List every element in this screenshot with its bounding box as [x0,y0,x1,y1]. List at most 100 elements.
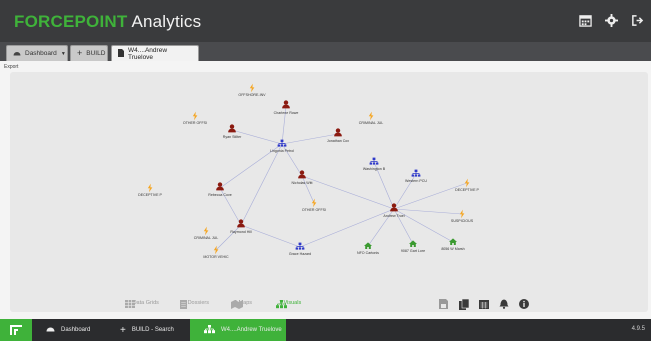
link-graph[interactable]: OFFSHORE-INV Charlene Rowe OTHER OFFSI Ryan… [10,72,648,294]
graph-edge [215,224,242,251]
graph-edge [301,175,395,210]
dossiers-toggle[interactable]: 0 Dossiers [180,300,209,309]
breadcrumb-dashboard[interactable]: Dashboard [38,319,108,341]
maps-toggle[interactable]: 0 Maps [231,300,252,309]
graph-node-person[interactable]: Andrew Truel [383,203,405,218]
graph-node-label: DECEPTIVE P [138,193,162,197]
info-icon[interactable] [519,299,531,311]
alert-icon [249,83,255,93]
brand-logo: FORCEPOINT Analytics [14,12,201,32]
graph-node-alert[interactable]: OFFSHORE-INV [238,83,266,97]
brand-highlight: FORCEPOINT [14,12,128,31]
graph-node-alert[interactable]: OTHER OFFSI [183,111,207,125]
home-logo[interactable] [0,319,32,341]
graph-edges [215,105,468,251]
graph-node-alert[interactable]: OTHER OFFSI [302,198,326,212]
logout-icon[interactable] [629,12,645,28]
graph-canvas[interactable]: OFFSHORE-INV Charlene Rowe OTHER OFFSI Ryan… [10,72,648,312]
person-icon [334,128,342,137]
alert-icon [368,111,374,121]
breadcrumb-investigation[interactable]: W4....Andrew Truelove [190,319,286,341]
canvas-toolbar: 0 Data Grids 0 Dossiers 0 Maps 1 Visuals [10,295,648,315]
plus-icon: + [120,324,126,336]
tab-dashboard-label: Dashboard [25,50,57,57]
tab-strip: Dashboard ▼ + BUILD W4....Andrew Truelov… [0,42,651,61]
calendar-icon[interactable] [577,12,593,28]
org-icon [411,169,421,178]
breadcrumb-build-search[interactable]: + BUILD - Search [112,319,188,341]
document-icon [118,48,124,59]
data-grids-toggle[interactable]: 0 Data Grids [125,300,159,308]
graph-node-label: OFFSHORE-INV [238,93,266,97]
alert-icon [147,183,153,193]
graph-node-person[interactable]: Charlene Rowe [274,100,299,115]
graph-edge [240,224,301,248]
graph-node-label: 9087 Gart Lore [401,249,425,253]
alert-icon [192,111,198,121]
graph-node-label: Ryan Stilter [223,135,242,139]
graph-node-alert[interactable]: CRIMINAL JUL [194,226,218,240]
graph-node-org[interactable]: Grace Hazard [289,242,311,256]
person-icon [228,124,236,133]
footer-breadcrumb: Dashboard + BUILD - Search W4....Andrew … [0,319,651,341]
graph-node-label: Washington B [363,167,386,171]
chevron-down-icon[interactable]: ▼ [61,51,66,57]
device-icon [364,242,372,249]
tab-build[interactable]: + BUILD [70,45,108,61]
graph-node-label: Raymond Hill [230,230,252,234]
graph-node-label: OTHER OFFSI [183,121,207,125]
graph-node-person[interactable]: Nicholas Witt [292,170,313,185]
device-icon [449,238,457,245]
tab-investigation-label: W4....Andrew Truelove [128,46,168,61]
device-icon [409,240,417,247]
graph-node-label: Grace Hazard [289,252,311,256]
graph-node-alert[interactable]: DECEPTIVE P [455,178,479,192]
graph-node-person[interactable]: Jonathan Cox [327,128,349,143]
save-icon[interactable] [439,299,451,311]
graph-node-alert[interactable]: MOTOR VEHIC [203,245,229,259]
graph-node-label: Andrew Truel [383,214,404,218]
app-header: FORCEPOINT Analytics [0,0,651,42]
export-link[interactable]: Export [4,64,18,70]
breadcrumb-build-label: BUILD - Search [131,327,174,333]
org-icon [369,157,379,166]
graph-node-device[interactable]: 8056 W Marsh [441,238,465,251]
graph-node-label: OTHER OFFSI [302,208,326,212]
alert-icon [213,245,219,255]
main-content: Export OFFSHORE-INV Charlene Rowe OTHER OF… [0,61,651,319]
breadcrumb-investigation-label: W4....Andrew Truelove [221,327,282,333]
tab-investigation[interactable]: W4....Andrew Truelove [111,45,199,61]
graph-node-person[interactable]: Raymond Hill [230,219,252,234]
bell-icon[interactable] [499,299,511,311]
graph-node-org[interactable]: Washington B [363,157,386,171]
graph-node-org[interactable]: Western PCU [405,169,427,183]
dashboard-icon [46,326,55,334]
visuals-toggle[interactable]: 1 Visuals [276,300,301,309]
brand-rest: Analytics [127,12,202,31]
graph-edge [299,208,395,248]
graph-node-label: DECEPTIVE P [455,188,479,192]
graph-node-alert[interactable]: CRIMINAL JUL [359,111,383,125]
schedule-icon[interactable] [479,299,491,311]
tab-dashboard[interactable]: Dashboard ▼ [6,45,68,61]
graph-node-label: Charlene Rowe [274,111,299,115]
graph-nodes: OFFSHORE-INV Charlene Rowe OTHER OFFSI Ryan… [138,83,479,259]
graph-node-label: CRIMINAL JUL [194,236,218,240]
graph-node-device[interactable]: NFO Cartonis [357,242,379,255]
graph-node-alert[interactable]: DECEPTIVE P [138,183,162,197]
header-icons [577,12,645,28]
graph-node-device[interactable]: 9087 Gart Lore [401,240,425,253]
breadcrumb-dashboard-label: Dashboard [61,327,91,333]
graph-node-alert[interactable]: SUSPICIOUS [451,209,474,223]
gear-icon[interactable] [603,12,619,28]
graph-node-person[interactable]: Rebecca Cove [208,182,232,197]
tab-build-label: BUILD [86,50,106,57]
copy-icon[interactable] [459,299,471,311]
org-icon [295,242,305,251]
alert-icon [459,209,465,219]
app-window: FORCEPOINT Analytics Dashboard ▼ + BUILD [0,0,651,341]
alert-icon [203,226,209,236]
graph-node-label: 8056 W Marsh [441,247,464,251]
graph-node-label: Jonathan Cox [327,139,349,143]
graph-node-label: Nicholas Witt [292,181,313,185]
